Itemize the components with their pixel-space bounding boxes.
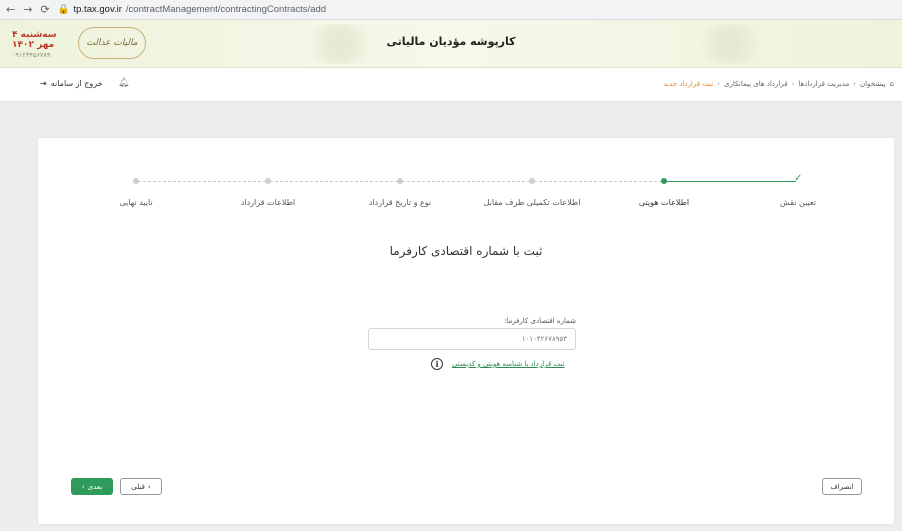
bell-icon[interactable]: 🔔︎ [118,78,129,88]
step-dot [529,178,535,184]
economic-number-label: شماره اقتصادی کارفرما: [503,317,576,325]
prev-button[interactable]: ‹ قبلی [120,478,162,495]
economic-number-input[interactable]: ۱۰۱۰۴۲۶۷۸۹۵۳ [368,328,576,350]
step-dot [133,178,139,184]
step-label-contract-info: اطلاعات قرارداد [240,198,296,207]
step-connector [402,181,530,182]
breadcrumb-item[interactable]: قرارداد های پیمانکاری [724,80,788,88]
url-host: tp.tax.gov.ir [73,4,122,15]
breadcrumb: ⌂ پیشخوان ‹ مدیریت قراردادها ‹ قرارداد ه… [664,80,895,88]
step-connector [138,181,266,182]
breadcrumb-item[interactable]: پیشخوان [860,80,886,88]
step-dot [397,178,403,184]
chevron-right-icon: ‹ [147,482,151,491]
next-label: بعدی [87,482,103,491]
site-header: سه‌شنبه ۴ مهر ۱۴۰۲ ۰۹۱۲۳۴۵۶۷۸۹ مالیات عد… [0,20,902,68]
home-icon[interactable]: ⌂ [890,80,894,88]
breadcrumb-item-current: ثبت قرارداد جدید [663,80,714,88]
sub-toolbar: خروج از سامانه ⇥ 🔔︎ ⌂ پیشخوان ‹ مدیریت ق… [0,68,902,102]
step-dot [265,178,271,184]
logout-button[interactable]: خروج از سامانه ⇥ [40,79,103,88]
date-subtext: ۰۹۱۲۳۴۵۶۷۸۹ [12,51,51,59]
reload-icon[interactable]: ⟳ [40,3,49,16]
check-icon: ✓ [794,173,803,184]
step-connector [270,181,398,182]
chevron-left-icon: › [81,482,85,491]
step-label-final: تایید نهایی [119,198,153,207]
step-dot-active [661,178,667,184]
stepper: ✓ تعیین نقش اطلاعات هویتی اطلاعات تکمیلی… [38,138,894,218]
step-connector [666,181,796,182]
address-bar[interactable]: 🔒 tp.tax.gov.ir/contractManagement/contr… [58,4,326,15]
register-by-id-postal-link[interactable]: ثبت قرارداد با شناسه هویتی و کدپستی [452,360,565,368]
chevron-left-icon: ‹ [791,80,795,88]
step-label-role: تعیین نقش [779,198,817,207]
prev-label: قبلی [131,482,145,491]
page-title: کارپوشه مؤدیان مالیاتی [386,35,516,48]
arrow-right-icon[interactable]: → [23,3,32,16]
chevron-left-icon: ‹ [717,80,721,88]
browser-toolbar: ← → ⟳ 🔒 tp.tax.gov.ir/contractManagement… [0,0,902,20]
form-title: ثبت با شماره اقتصادی کارفرما [389,244,543,258]
cancel-button[interactable]: انصراف [822,478,862,495]
logout-icon: ⇥ [40,79,47,88]
logout-label: خروج از سامانه [50,79,103,88]
step-label-contract-type: نوع و تاریخ قرارداد [368,198,432,207]
lock-icon: 🔒 [57,4,70,15]
chevron-left-icon: ‹ [853,80,857,88]
next-button[interactable]: بعدی › [71,478,113,495]
cancel-label: انصراف [830,482,854,491]
content-card: ✓ تعیین نقش اطلاعات هویتی اطلاعات تکمیلی… [38,138,894,524]
url-path: /contractManagement/contractingContracts… [125,4,327,15]
step-connector [534,181,662,182]
breadcrumb-item[interactable]: مدیریت قراردادها [798,80,849,88]
step-label-identity: اطلاعات هویتی [638,198,690,207]
info-icon[interactable]: i [431,358,443,370]
step-label-counterparty: اطلاعات تکمیلی طرف مقابل [483,198,581,207]
arrow-left-icon[interactable]: ← [6,3,15,16]
